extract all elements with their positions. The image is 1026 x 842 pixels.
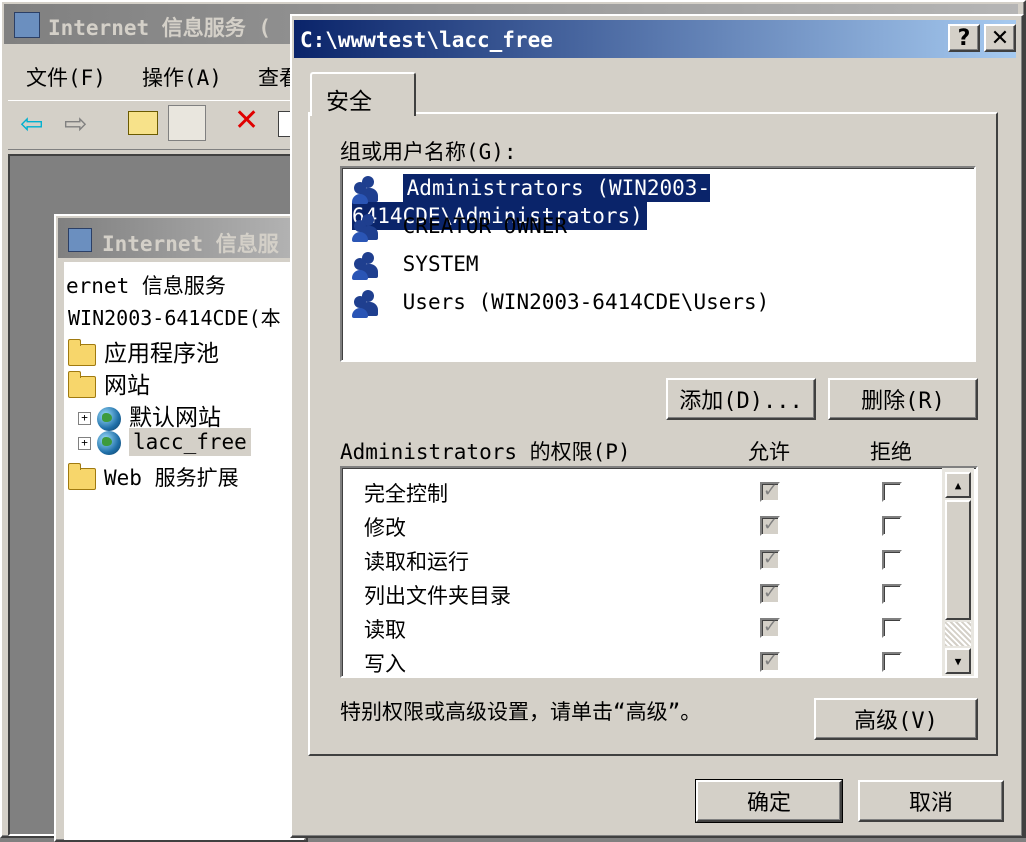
user-name: Users (WIN2003-6414CDE\Users)	[402, 290, 770, 314]
user-group-icon	[352, 250, 384, 280]
expand-icon[interactable]: +	[78, 436, 91, 450]
advanced-button[interactable]: 高级(V)	[814, 698, 978, 740]
user-name: CREATOR OWNER	[402, 214, 568, 238]
tree-node-root[interactable]: ernet 信息服务	[66, 270, 226, 300]
iis-menubar: 文件(F) 操作(A) 查看	[8, 52, 308, 96]
scroll-thumb[interactable]	[945, 500, 971, 620]
menu-file[interactable]: 文件(F)	[26, 62, 106, 92]
tab-security[interactable]: 安全	[310, 72, 416, 116]
tree-node-server[interactable]: WIN2003-6414CDE(本	[68, 302, 281, 331]
forward-arrow-icon[interactable]: ⇨	[64, 107, 87, 140]
dialog-title: C:\wwwtest\lacc_free	[300, 28, 553, 52]
scroll-track[interactable]	[945, 622, 971, 646]
permissions-scrollbar[interactable]: ▲ ▼	[942, 468, 974, 676]
deny-full-control-checkbox[interactable]	[882, 482, 902, 502]
deny-write-checkbox[interactable]	[882, 652, 902, 672]
user-group-icon	[352, 288, 384, 318]
iis-tree-pane: ernet 信息服务 WIN2003-6414CDE(本 应用程序池 网站 + 默…	[64, 262, 304, 840]
deny-read-checkbox[interactable]	[882, 618, 902, 638]
iis-child-window: Internet 信息服 ernet 信息服务 WIN2003-6414CDE(…	[54, 214, 308, 842]
iis-child-app-icon	[68, 228, 92, 252]
delete-icon[interactable]: ✕	[234, 103, 259, 138]
globe-icon	[97, 406, 121, 431]
add-button[interactable]: 添加(D)...	[666, 378, 816, 420]
globe-icon	[97, 431, 121, 455]
allow-full-control-checkbox[interactable]	[760, 480, 780, 502]
close-button[interactable]: ✕	[984, 24, 1016, 52]
remove-button[interactable]: 删除(R)	[828, 378, 978, 420]
folder-icon	[68, 338, 96, 366]
perm-list-folder: 列出文件夹目录	[364, 584, 511, 608]
advanced-hint: 特别权限或高级设置，请单击“高级”。	[340, 700, 702, 724]
perm-full-control: 完全控制	[364, 482, 448, 506]
iis-app-icon	[14, 12, 40, 38]
iis-main-title: Internet 信息服务 (	[48, 16, 272, 40]
perm-read: 读取	[364, 618, 406, 642]
allow-modify-checkbox[interactable]	[760, 514, 780, 536]
expand-icon[interactable]: +	[78, 412, 91, 425]
user-item-system[interactable]: SYSTEM	[352, 250, 479, 282]
tab-security-label: 安全	[326, 89, 372, 115]
tree-node-app-pools[interactable]: 应用程序池	[68, 334, 219, 368]
help-button[interactable]: ?	[948, 24, 980, 52]
perm-modify: 修改	[364, 516, 406, 540]
allow-header: 允许	[748, 440, 790, 464]
user-group-icon	[352, 174, 384, 204]
folder-icon	[68, 463, 96, 490]
allow-read-checkbox[interactable]	[760, 616, 780, 638]
tree-label-web-ext: Web 服务扩展	[104, 466, 239, 490]
tree-node-lacc-free[interactable]: + lacc_free	[78, 428, 251, 456]
user-list[interactable]: Administrators (WIN2003-6414CDE\Administ…	[340, 166, 976, 362]
perm-write: 写入	[364, 652, 406, 676]
tree-node-web-ext[interactable]: Web 服务扩展	[68, 462, 239, 492]
user-item-administrators[interactable]: Administrators (WIN2003-6414CDE\Administ…	[352, 174, 972, 230]
properties-dialog: C:\wwwtest\lacc_free ? ✕ 安全 组或用户名称(G): A…	[290, 14, 1024, 838]
dialog-titlebar[interactable]: C:\wwwtest\lacc_free ? ✕	[294, 20, 1016, 58]
allow-list-folder-checkbox[interactable]	[760, 582, 780, 604]
iis-child-titlebar[interactable]: Internet 信息服	[58, 218, 304, 258]
folder-icon	[68, 370, 96, 398]
cancel-button[interactable]: 取消	[858, 780, 1004, 822]
deny-header: 拒绝	[870, 440, 912, 464]
show-hide-tree-icon[interactable]	[168, 105, 206, 141]
tree-label-lacc-free: lacc_free	[129, 428, 251, 456]
tree-label-app-pools: 应用程序池	[104, 341, 219, 367]
iis-toolbar: ⇦ ⇨ ✕	[8, 100, 300, 150]
up-folder-icon[interactable]	[128, 111, 158, 135]
tree-node-default-site[interactable]: + 默认网站	[78, 398, 221, 432]
deny-modify-checkbox[interactable]	[882, 516, 902, 536]
scroll-down-button[interactable]: ▼	[945, 648, 971, 674]
user-group-icon	[352, 212, 384, 242]
groups-label: 组或用户名称(G):	[340, 140, 517, 164]
tree-label-websites: 网站	[104, 373, 150, 399]
scroll-up-button[interactable]: ▲	[945, 472, 971, 498]
allow-read-execute-checkbox[interactable]	[760, 548, 780, 570]
iis-child-title: Internet 信息服	[102, 232, 279, 256]
allow-write-checkbox[interactable]	[760, 650, 780, 672]
perm-read-execute: 读取和运行	[364, 550, 469, 574]
tab-page: 组或用户名称(G): Administrators (WIN2003-6414C…	[308, 112, 998, 756]
permissions-list[interactable]: 完全控制 修改 读取和运行 列出文件夹目录 读取 写入 ▲ ▼	[340, 466, 978, 678]
permissions-label: Administrators 的权限(P)	[340, 440, 631, 464]
tree-node-websites[interactable]: 网站	[68, 366, 150, 400]
deny-list-folder-checkbox[interactable]	[882, 584, 902, 604]
back-arrow-icon[interactable]: ⇦	[20, 107, 43, 140]
menu-action[interactable]: 操作(A)	[142, 62, 222, 92]
ok-button[interactable]: 确定	[695, 779, 843, 823]
user-item-users[interactable]: Users (WIN2003-6414CDE\Users)	[352, 288, 769, 320]
deny-read-execute-checkbox[interactable]	[882, 550, 902, 570]
user-name: SYSTEM	[402, 252, 479, 276]
user-item-creator-owner[interactable]: CREATOR OWNER	[352, 212, 567, 244]
